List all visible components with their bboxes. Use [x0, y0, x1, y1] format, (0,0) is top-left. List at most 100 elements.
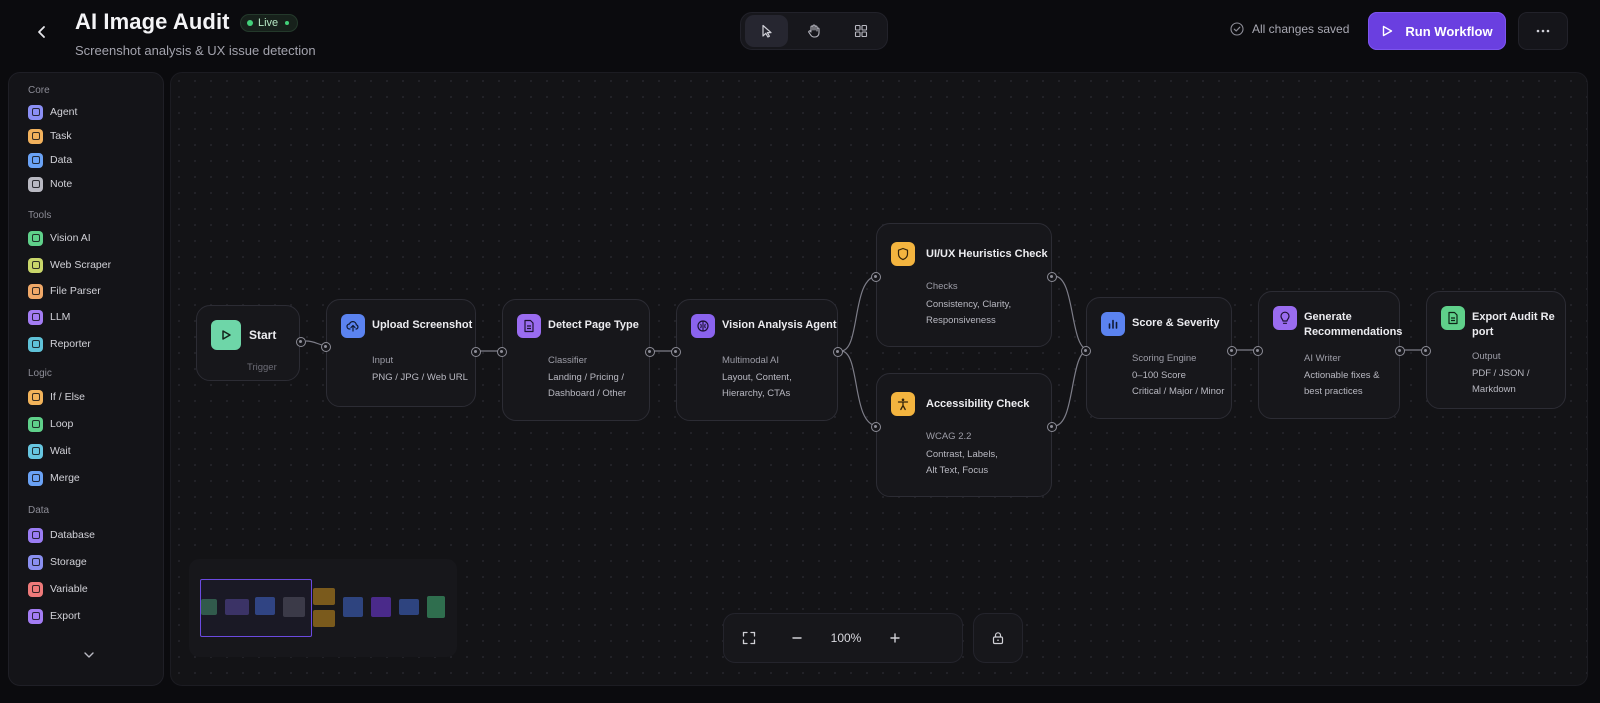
- zoom-in-button[interactable]: [872, 621, 918, 655]
- agent-icon: [28, 104, 43, 120]
- workflow-canvas[interactable]: Start Trigger Upload Screenshot Input PN…: [170, 72, 1588, 686]
- status-dot-icon: [247, 20, 253, 26]
- sidebar-item-export[interactable]: Export: [28, 606, 153, 626]
- output-port[interactable]: [471, 347, 481, 357]
- node-score-and-severity[interactable]: Score & Severity Scoring Engine 0–100 Sc…: [1081, 297, 1237, 419]
- document-icon: [524, 319, 534, 333]
- run-workflow-button[interactable]: Run Workflow: [1368, 12, 1506, 50]
- back-button[interactable]: [24, 14, 60, 50]
- output-port[interactable]: [1047, 422, 1057, 432]
- sidebar-item-variable[interactable]: Variable: [28, 579, 153, 599]
- zoom-level[interactable]: 100%: [820, 631, 872, 645]
- sidebar-heading-data: Data: [28, 505, 50, 516]
- input-port[interactable]: [871, 422, 881, 432]
- sidebar-item-web-scraper[interactable]: Web Scraper: [28, 255, 153, 275]
- upload-cloud-icon: [346, 321, 359, 332]
- shield-icon: [897, 247, 909, 261]
- bar-chart-icon: [1108, 319, 1118, 329]
- sidebar-item-label: LLM: [50, 311, 71, 323]
- sidebar-item-data[interactable]: Data: [28, 150, 153, 170]
- sidebar-item-label: Vision AI: [50, 232, 91, 244]
- input-port[interactable]: [1253, 346, 1263, 356]
- sidebar-item-label: Storage: [50, 556, 87, 568]
- node-icon: [891, 392, 915, 416]
- output-port[interactable]: [645, 347, 655, 357]
- node-title: UI/UX Heuristics Check: [926, 248, 1048, 260]
- output-port[interactable]: [1395, 346, 1405, 356]
- node-detect-page-type[interactable]: Detect Page Type Classifier Landing / Pr…: [497, 299, 655, 421]
- minimap-viewport[interactable]: [200, 579, 312, 637]
- note-icon: [28, 176, 43, 192]
- frame-tool-button[interactable]: [840, 15, 883, 47]
- node-ui-ux-heuristics-check[interactable]: UI/UX Heuristics Check Checks Consistenc…: [871, 223, 1057, 347]
- zoom-out-button[interactable]: [774, 621, 820, 655]
- fit-view-button[interactable]: [724, 621, 774, 655]
- frame-icon: [855, 24, 868, 38]
- node-label: WCAG 2.2: [926, 431, 972, 442]
- lock-canvas-button[interactable]: [973, 613, 1023, 663]
- sidebar-item-label: Task: [50, 130, 72, 142]
- output-port[interactable]: [1047, 272, 1057, 282]
- sidebar-item-agent[interactable]: Agent: [28, 102, 153, 122]
- sidebar-item-if-else[interactable]: If / Else: [28, 387, 153, 407]
- node-desc: Layout, Content,: [722, 372, 792, 383]
- sidebar-expand-button[interactable]: [79, 647, 99, 663]
- input-port[interactable]: [321, 342, 331, 352]
- sidebar-item-loop[interactable]: Loop: [28, 414, 153, 434]
- sidebar-heading-tools: Tools: [28, 210, 52, 221]
- output-port[interactable]: [296, 337, 306, 347]
- input-port[interactable]: [671, 347, 681, 357]
- node-upload-screenshot[interactable]: Upload Screenshot Input PNG / JPG / Web …: [321, 299, 481, 407]
- sidebar-item-task[interactable]: Task: [28, 126, 153, 146]
- web-scraper-icon: [28, 257, 43, 273]
- select-tool-button[interactable]: [745, 15, 789, 47]
- node-desc: best practices: [1304, 386, 1363, 397]
- minimap[interactable]: [189, 559, 457, 657]
- sidebar-item-note[interactable]: Note: [28, 174, 153, 194]
- sidebar-item-database[interactable]: Database: [28, 525, 153, 545]
- node-desc: Actionable fixes &: [1304, 370, 1380, 381]
- sidebar-item-vision-ai[interactable]: Vision AI: [28, 228, 153, 248]
- llm-icon: [28, 309, 43, 325]
- play-icon: [1383, 25, 1393, 37]
- node-title: Vision Analysis Agent: [722, 319, 837, 331]
- node-icon: [1441, 306, 1465, 330]
- output-port[interactable]: [833, 347, 843, 357]
- minimap-node: [313, 588, 335, 605]
- sidebar-item-reporter[interactable]: Reporter: [28, 334, 153, 354]
- output-port[interactable]: [1227, 346, 1237, 356]
- node-palette-sidebar: Core Agent Task Data Note Tools Vision A…: [8, 72, 164, 686]
- sidebar-item-label: Merge: [50, 472, 80, 484]
- node-label: Output: [1472, 351, 1501, 362]
- node-generate-recommendations[interactable]: Generate Recommendations AI Writer Actio…: [1253, 291, 1405, 419]
- input-port[interactable]: [1421, 346, 1431, 356]
- edge-a11y-score: [1053, 349, 1090, 427]
- node-icon: [1273, 306, 1297, 330]
- sidebar-item-file-parser[interactable]: File Parser: [28, 281, 153, 301]
- more-options-button[interactable]: [1518, 12, 1568, 50]
- input-port[interactable]: [1081, 346, 1091, 356]
- node-export-audit-report[interactable]: Export Audit Report Output PDF / JSON / …: [1421, 291, 1566, 409]
- run-workflow-label: Run Workflow: [1405, 23, 1493, 39]
- pan-tool-button[interactable]: [792, 15, 835, 47]
- input-port[interactable]: [497, 347, 507, 357]
- sidebar-item-wait[interactable]: Wait: [28, 441, 153, 461]
- node-accessibility-check[interactable]: Accessibility Check WCAG 2.2 Contrast, L…: [871, 373, 1057, 497]
- play-icon: [222, 330, 231, 340]
- sidebar-item-storage[interactable]: Storage: [28, 552, 153, 572]
- fullscreen-icon: [742, 631, 756, 645]
- sidebar-item-merge[interactable]: Merge: [28, 468, 153, 488]
- sidebar-item-label: Variable: [50, 583, 88, 595]
- input-port[interactable]: [871, 272, 881, 282]
- node-desc: PNG / JPG / Web URL: [372, 372, 468, 383]
- page-title: AI Image Audit: [75, 9, 230, 34]
- node-vision-analysis-agent[interactable]: Vision Analysis Agent Multimodal AI Layo…: [671, 299, 843, 421]
- plus-icon: [890, 633, 900, 643]
- sidebar-item-llm[interactable]: LLM: [28, 307, 153, 327]
- clock-icon: [28, 443, 43, 459]
- node-start[interactable]: Start Trigger: [196, 305, 306, 381]
- sidebar-item-label: Data: [50, 154, 73, 166]
- save-status: All changes saved: [1230, 22, 1349, 36]
- node-title: Score & Severity: [1132, 317, 1220, 329]
- edge-vision-a11y: [840, 350, 879, 427]
